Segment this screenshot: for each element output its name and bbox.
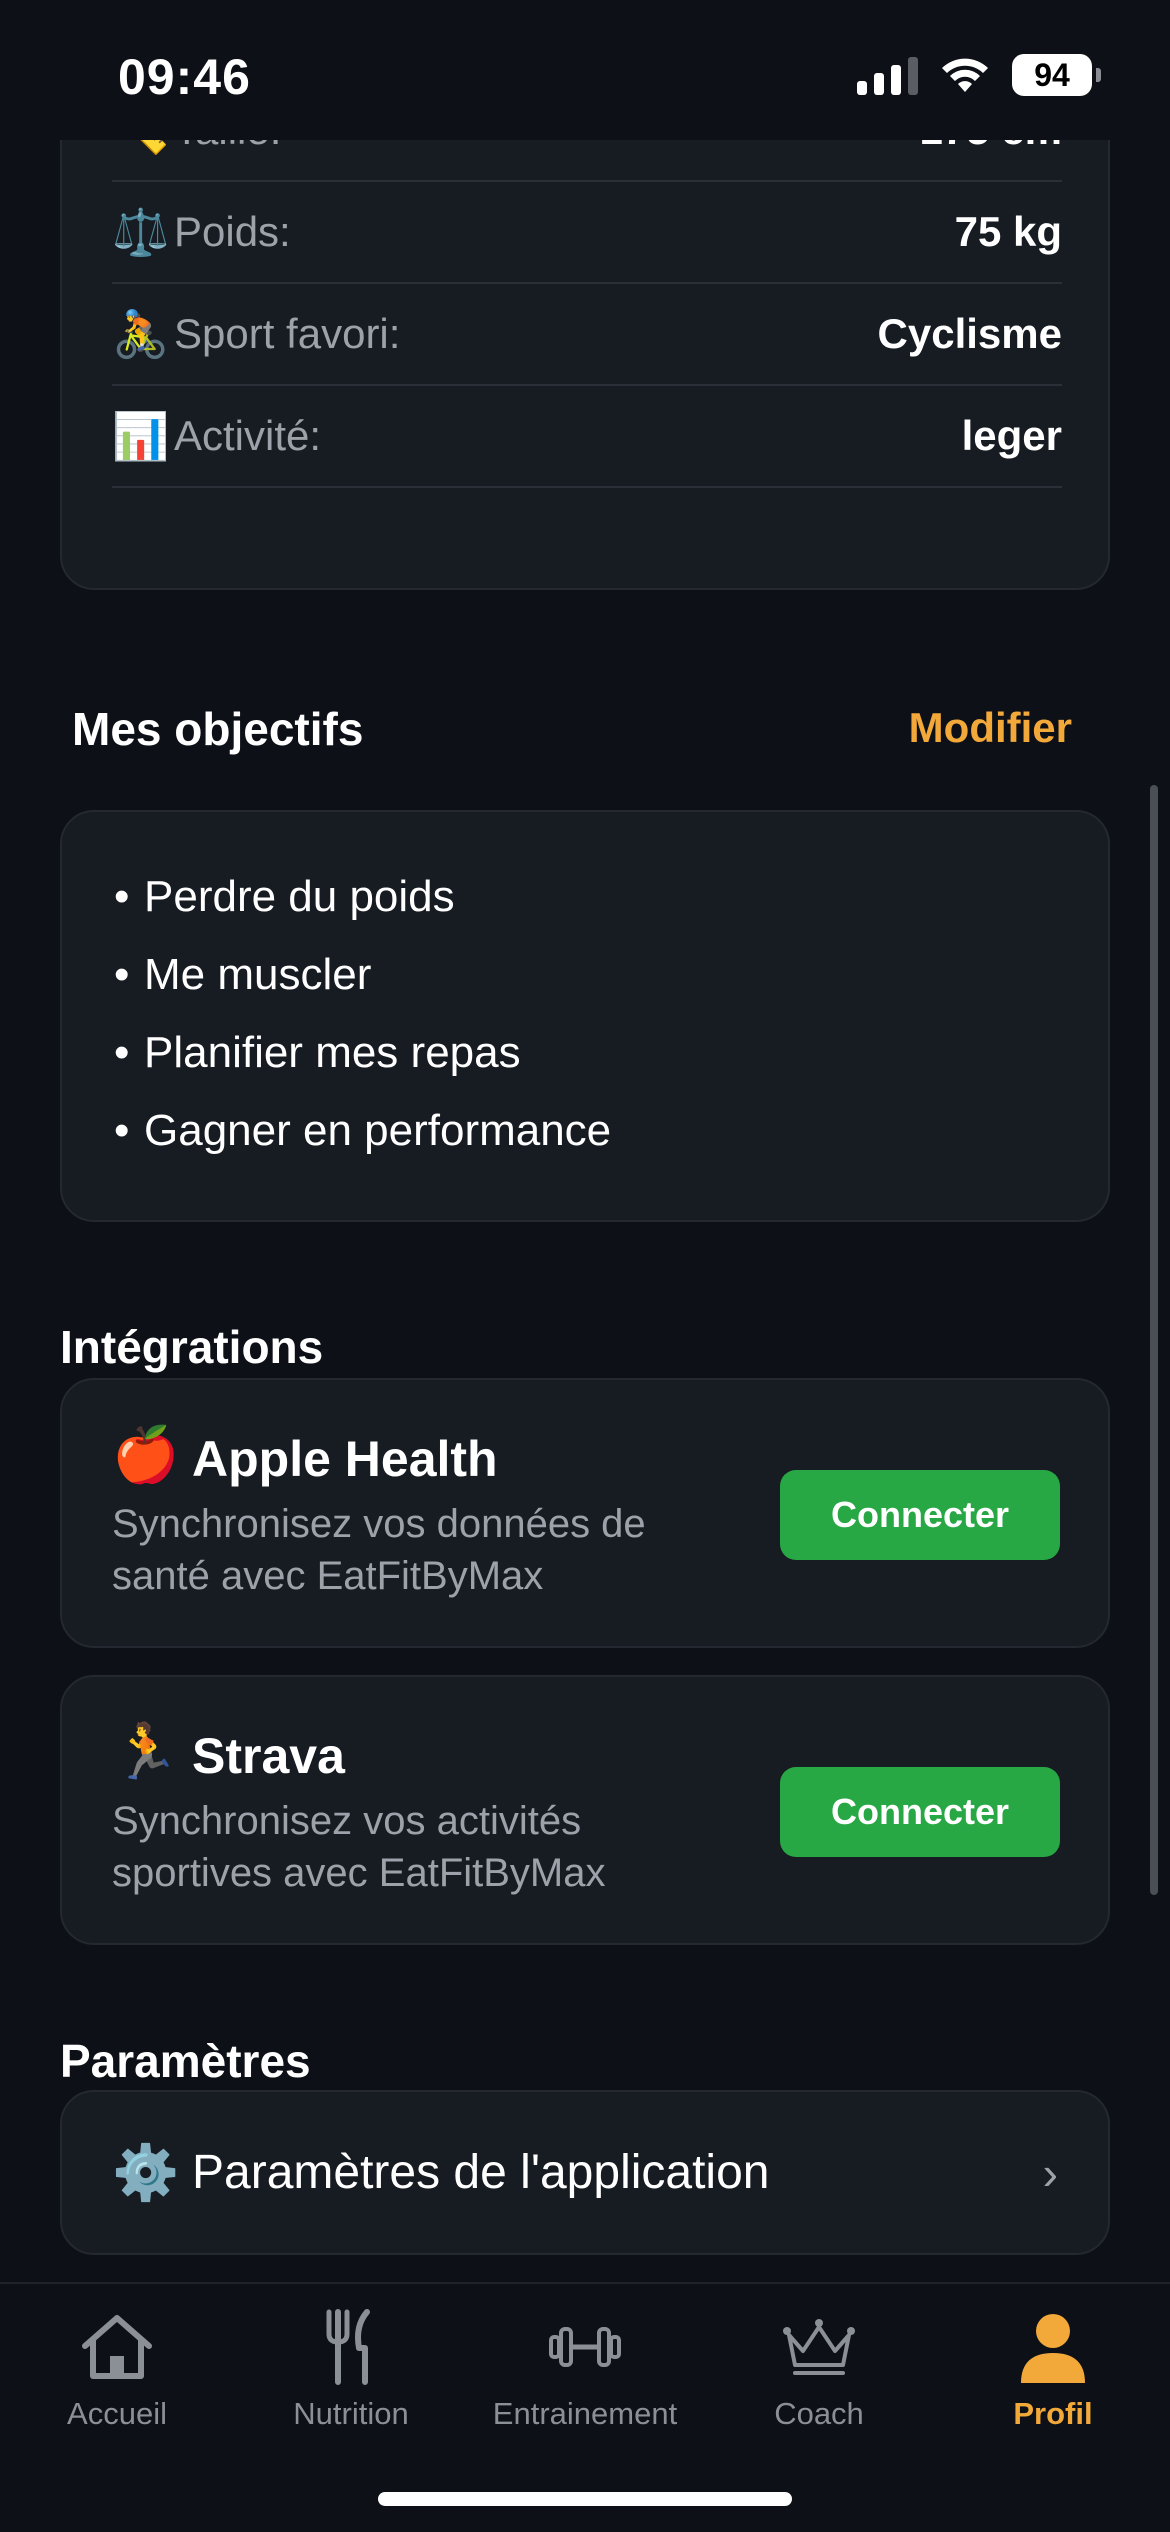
profile-scroll-content[interactable]: 📏 Taille: 175 cm ⚖️ Poids: 75 kg 🚴 Sport…	[0, 0, 1170, 2280]
integration-description: Synchronisez vos données de santé avec E…	[112, 1502, 646, 1598]
tab-label: Profil	[1013, 2396, 1093, 2431]
goal-text: Planifier mes repas	[144, 1028, 521, 1077]
sport-value: Cyclisme	[877, 310, 1062, 357]
wifi-icon	[942, 58, 988, 92]
connect-strava-button[interactable]: Connecter	[780, 1767, 1060, 1857]
integration-name: Strava	[192, 1728, 345, 1784]
bullet: •	[114, 950, 130, 999]
weight-label: Poids:	[174, 208, 291, 255]
dumbbell-icon	[547, 2304, 623, 2390]
integration-card-strava: 🏃 Strava Synchronisez vos activités spor…	[60, 1675, 1110, 1945]
goal-text: Gagner en performance	[144, 1106, 612, 1155]
bullet: •	[114, 1106, 130, 1155]
house-icon	[79, 2304, 155, 2390]
integration-card-apple-health: 🍎 Apple Health Synchronisez vos données …	[60, 1378, 1110, 1648]
tab-label: Coach	[774, 2396, 864, 2431]
connect-apple-health-button[interactable]: Connecter	[780, 1470, 1060, 1560]
scrollbar[interactable]	[1150, 785, 1158, 1895]
bullet: •	[114, 872, 130, 921]
weight-value: 75 kg	[954, 208, 1062, 255]
status-bar: 09:46 94	[0, 0, 1170, 140]
goal-item: • Planifier mes repas	[114, 1028, 521, 1078]
tab-label: Accueil	[67, 2396, 167, 2431]
fork-knife-icon	[321, 2304, 381, 2390]
info-row-activity: 📊 Activité: leger	[112, 386, 1062, 488]
tab-profil[interactable]: Profil	[936, 2304, 1170, 2454]
info-row-sport: 🚴 Sport favori: Cyclisme	[112, 284, 1062, 386]
goal-text: Me muscler	[144, 950, 372, 999]
bar-chart-icon: 📊	[112, 409, 170, 462]
settings-title: Paramètres	[60, 2035, 311, 2087]
tab-accueil[interactable]: Accueil	[0, 2304, 234, 2454]
info-row-weight: ⚖️ Poids: 75 kg	[112, 182, 1062, 284]
activity-label: Activité:	[174, 412, 322, 459]
tab-label: Entrainement	[492, 2396, 678, 2431]
person-icon	[1017, 2304, 1089, 2390]
tab-label: Nutrition	[293, 2396, 409, 2431]
battery-icon: 94	[1012, 54, 1101, 96]
goals-title: Mes objectifs	[72, 703, 364, 755]
tab-bar: Accueil Nutrition Entrainement Coach Pro…	[0, 2282, 1170, 2532]
cyclist-icon: 🚴	[112, 307, 170, 360]
goals-card: • Perdre du poids • Me muscler • Planifier …	[60, 810, 1110, 1222]
gear-icon: ⚙️	[112, 2143, 180, 2203]
scale-icon: ⚖️	[112, 205, 170, 258]
cellular-signal-icon	[857, 55, 918, 95]
sport-label: Sport favori:	[174, 310, 401, 357]
goal-item: • Perdre du poids	[114, 872, 455, 922]
status-time: 09:46	[118, 49, 251, 105]
goal-item: • Me muscler	[114, 950, 371, 1000]
modify-goals-button[interactable]: Modifier	[909, 704, 1072, 752]
tab-nutrition[interactable]: Nutrition	[234, 2304, 468, 2454]
bullet: •	[114, 1028, 130, 1077]
goal-text: Perdre du poids	[144, 872, 455, 921]
integration-description: Synchronisez vos activités sportives ave…	[112, 1799, 606, 1895]
integrations-title: Intégrations	[60, 1321, 324, 1373]
chevron-right-icon: ›	[1042, 2147, 1058, 2199]
app-settings-row[interactable]: ⚙️ Paramètres de l'application ›	[60, 2090, 1110, 2255]
apple-icon: 🍎	[112, 1425, 180, 1485]
runner-icon: 🏃	[112, 1722, 180, 1782]
status-icons: 94	[857, 54, 1101, 96]
activity-value: leger	[961, 412, 1062, 459]
profile-info-card: 📏 Taille: 175 cm ⚖️ Poids: 75 kg 🚴 Sport…	[60, 80, 1110, 590]
app-settings-label: Paramètres de l'application	[192, 2146, 770, 2199]
tab-entrainement[interactable]: Entrainement	[468, 2304, 702, 2454]
tab-coach[interactable]: Coach	[702, 2304, 936, 2454]
integration-name: Apple Health	[192, 1431, 498, 1487]
home-indicator[interactable]	[378, 2492, 792, 2506]
goal-item: • Gagner en performance	[114, 1106, 611, 1156]
crown-icon	[781, 2304, 857, 2390]
